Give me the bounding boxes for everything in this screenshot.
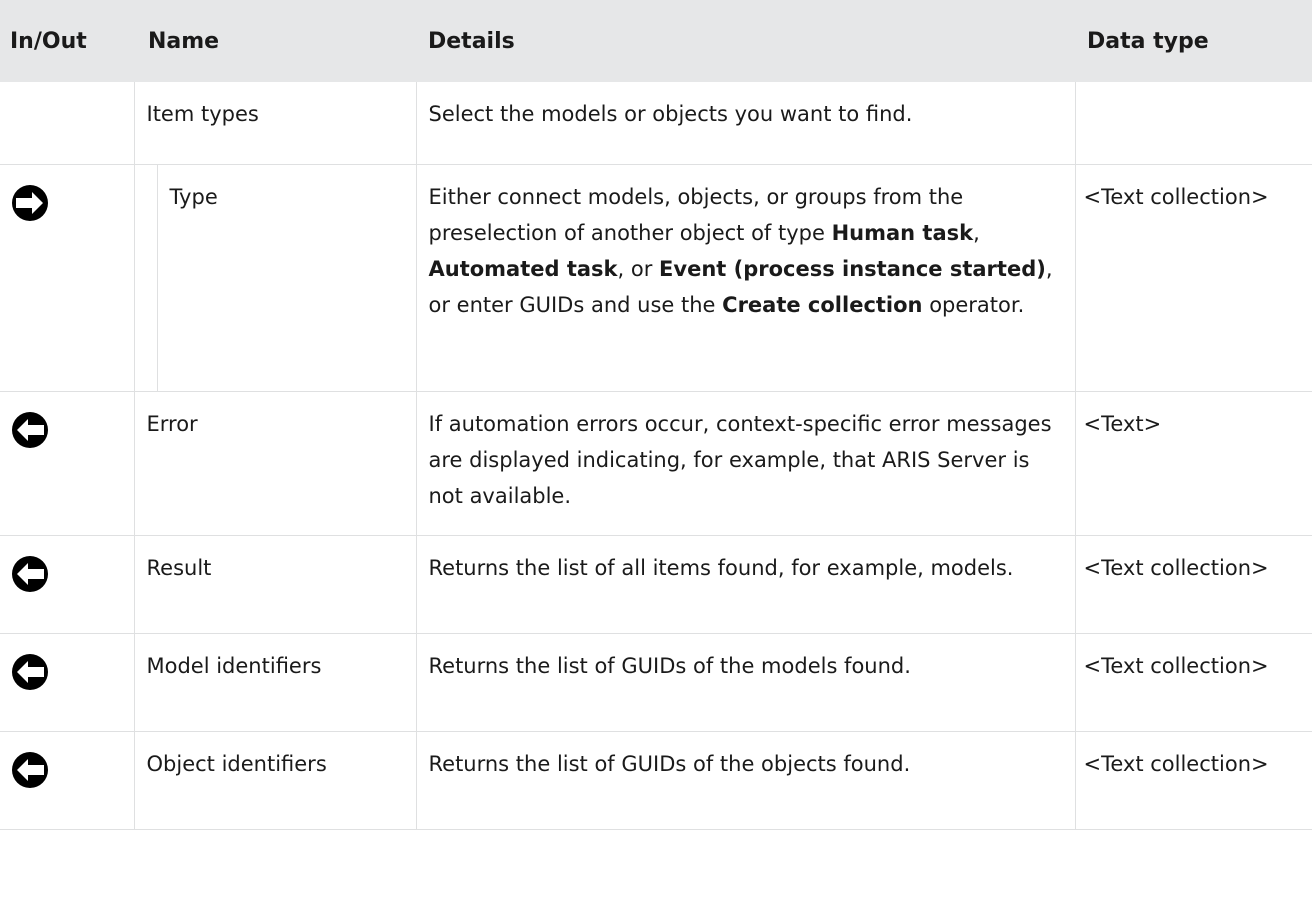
- nested-name: Type: [156, 165, 416, 391]
- details-text: operator.: [922, 293, 1025, 317]
- details-cell: Returns the list of GUIDs of the objects…: [415, 731, 1076, 830]
- header-name: Name: [134, 0, 416, 82]
- human-task-term: Human task: [831, 221, 974, 245]
- table-row-type: Type Either connect models, objects, or …: [0, 164, 1312, 392]
- name-cell: Result: [133, 535, 417, 634]
- datatype-cell: [1074, 82, 1312, 165]
- create-collection-term: Create collection: [722, 293, 923, 317]
- header-inout: In/Out: [0, 0, 134, 82]
- automated-task-term: Automated task: [428, 257, 618, 281]
- event-term: Event (process instance started): [659, 257, 1046, 281]
- header-row: In/Out Name Details Data type: [0, 0, 1312, 82]
- name-cell: Error: [133, 391, 417, 536]
- table-row-error: Error If automation errors occur, contex…: [0, 391, 1312, 536]
- datatype-cell: <Text>: [1074, 391, 1312, 536]
- table-row-model-identifiers: Model identifiers Returns the list of GU…: [0, 633, 1312, 732]
- inout-cell: [0, 731, 135, 830]
- table-row-item-types: Item types Select the models or objects …: [0, 82, 1312, 165]
- arrow-left-icon: [12, 654, 48, 690]
- datatype-cell: <Text collection>: [1074, 535, 1312, 634]
- details-text: , or: [617, 257, 660, 281]
- table-header: In/Out Name Details Data type: [0, 0, 1312, 82]
- inout-cell: [0, 82, 135, 165]
- name-cell: Model identifiers: [133, 633, 417, 732]
- details-cell: Returns the list of GUIDs of the models …: [415, 633, 1076, 732]
- header-datatype: Data type: [1075, 0, 1312, 82]
- parameters-table: In/Out Name Details Data type Item types…: [0, 0, 1312, 830]
- name-cell: Item types: [133, 82, 417, 165]
- details-text: ,: [973, 221, 980, 245]
- arrow-right-icon: [12, 185, 48, 221]
- details-cell: If automation errors occur, context-spec…: [415, 391, 1076, 536]
- arrow-left-icon: [12, 412, 48, 448]
- details-cell: Either connect models, objects, or group…: [415, 164, 1076, 392]
- details-cell: Select the models or objects you want to…: [415, 82, 1076, 165]
- table-row-result: Result Returns the list of all items fou…: [0, 535, 1312, 634]
- name-cell: Object identifiers: [133, 731, 417, 830]
- name-cell: Type: [133, 164, 417, 392]
- details-cell: Returns the list of all items found, for…: [415, 535, 1076, 634]
- arrow-left-icon: [12, 556, 48, 592]
- table-row-object-identifiers: Object identifiers Returns the list of G…: [0, 731, 1312, 830]
- datatype-cell: <Text collection>: [1074, 731, 1312, 830]
- arrow-left-icon: [12, 752, 48, 788]
- inout-cell: [0, 164, 135, 392]
- inout-cell: [0, 633, 135, 732]
- datatype-cell: <Text collection>: [1074, 633, 1312, 732]
- inout-cell: [0, 391, 135, 536]
- datatype-cell: <Text collection>: [1074, 164, 1312, 392]
- header-details: Details: [416, 0, 1075, 82]
- inout-cell: [0, 535, 135, 634]
